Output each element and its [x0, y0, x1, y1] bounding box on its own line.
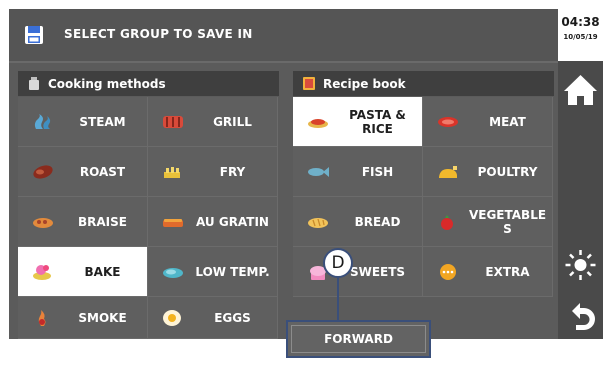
recipe-group-poultry[interactable]: POULTRY: [423, 147, 553, 197]
clock-date: 10/05/19: [563, 33, 598, 41]
cooking-method-label: ROAST: [79, 164, 126, 179]
brightness-button[interactable]: [558, 241, 603, 289]
fish-icon: [308, 167, 329, 177]
recipe-group-label: FISH: [361, 164, 394, 179]
back-icon: [572, 303, 595, 330]
brightness-icon: [565, 250, 596, 280]
pasta-rice-icon: [308, 119, 328, 128]
cooking-method-steam[interactable]: STEAM: [18, 97, 148, 147]
low-temp-icon: [163, 268, 183, 278]
callout-leader-line: [337, 278, 339, 320]
forward-button[interactable]: FORWARD: [286, 320, 431, 358]
cooking-method-roast[interactable]: ROAST: [18, 147, 148, 197]
extra-icon: [440, 264, 456, 280]
cooking-method-label: GRILL: [213, 114, 252, 129]
fry-icon: [164, 167, 180, 178]
cooking-method-label: BAKE: [84, 264, 121, 279]
recipe-group-label: POULTRY: [477, 164, 538, 179]
roast-icon: [33, 165, 53, 179]
recipe-group-label: PASTA & RICE: [349, 107, 406, 136]
recipe-group-label: VEGETABLE S: [468, 207, 547, 236]
cooking-methods-header: Cooking methods: [18, 71, 279, 96]
home-icon: [564, 75, 597, 105]
cooking-method-label: SMOKE: [78, 310, 127, 325]
recipe-group-label: BREAD: [354, 214, 401, 229]
recipe-book-header: Recipe book: [293, 71, 554, 96]
recipe-group-label: MEAT: [489, 114, 526, 129]
recipe-group-bread[interactable]: BREAD: [293, 197, 423, 247]
cooking-methods-icon: [29, 77, 39, 90]
callout-marker: D: [323, 248, 353, 278]
recipe-group-label: EXTRA: [485, 264, 530, 279]
cooking-method-grill[interactable]: GRILL: [148, 97, 278, 147]
right-sidebar: [558, 61, 603, 339]
vegetables-icon: [441, 215, 453, 230]
steam-icon: [34, 114, 51, 129]
back-button[interactable]: [558, 293, 603, 341]
poultry-icon: [439, 166, 457, 178]
grill-icon: [163, 116, 183, 128]
recipe-group-extra[interactable]: EXTRA: [423, 247, 553, 297]
cooking-method-low-temp[interactable]: LOW TEMP.: [148, 247, 278, 297]
cooking-method-braise[interactable]: BRAISE: [18, 197, 148, 247]
cooking-methods-title: Cooking methods: [48, 77, 166, 91]
recipe-group-fish[interactable]: FISH: [293, 147, 423, 197]
oven-screen: SELECT GROUP TO SAVE IN 04:38 10/05/19 C…: [9, 9, 603, 339]
clock: 04:38 10/05/19: [558, 9, 603, 61]
meat-icon: [438, 117, 458, 127]
au-gratin-icon: [163, 219, 183, 227]
cooking-method-label: FRY: [219, 164, 246, 179]
clock-time: 04:38: [561, 15, 600, 29]
home-button[interactable]: [558, 67, 603, 115]
cooking-method-label: STEAM: [79, 114, 126, 129]
cooking-method-fry[interactable]: FRY: [148, 147, 278, 197]
cooking-method-eggs[interactable]: EGGS: [148, 297, 278, 339]
recipe-book-title: Recipe book: [323, 77, 406, 91]
bread-icon: [308, 218, 328, 228]
recipe-group-pasta-rice[interactable]: PASTA & RICE: [293, 97, 423, 147]
cooking-method-bake[interactable]: BAKE: [18, 247, 148, 297]
page-title: SELECT GROUP TO SAVE IN: [64, 27, 253, 41]
save-icon: [25, 26, 43, 44]
cooking-method-au-gratin[interactable]: AU GRATIN: [148, 197, 278, 247]
header-bar: SELECT GROUP TO SAVE IN: [9, 9, 558, 63]
cooking-method-label: EGGS: [214, 310, 251, 325]
bake-icon: [33, 265, 51, 280]
forward-button-label: FORWARD: [291, 325, 426, 353]
cooking-method-label: AU GRATIN: [196, 214, 269, 229]
recipe-group-sweets[interactable]: SWEETS: [293, 247, 423, 297]
recipe-group-vegetables[interactable]: VEGETABLE S: [423, 197, 553, 247]
cooking-method-smoke[interactable]: SMOKE: [18, 297, 148, 339]
cooking-method-label: BRAISE: [78, 214, 127, 229]
cooking-method-label: LOW TEMP.: [195, 264, 270, 279]
smoke-icon: [38, 310, 46, 326]
recipe-group-meat[interactable]: MEAT: [423, 97, 553, 147]
eggs-icon: [163, 310, 181, 326]
recipe-book-icon: [303, 77, 315, 90]
braise-icon: [33, 218, 53, 228]
